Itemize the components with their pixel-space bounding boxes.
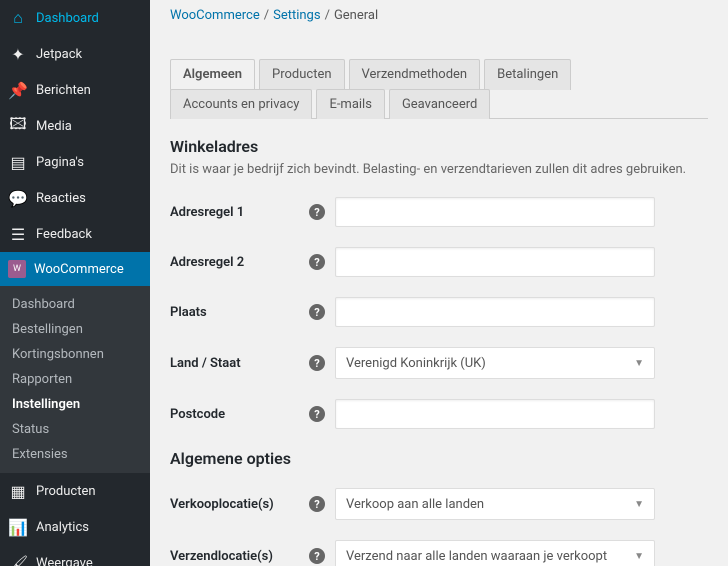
- menu-analytics[interactable]: 📊 Analytics: [0, 509, 150, 545]
- admin-sidebar: ⌂ Dashboard ✦ Jetpack 📌 Berichten 🖾 Media ▤ P…: [0, 0, 150, 566]
- tab-shipping[interactable]: Verzendmethoden: [349, 59, 481, 90]
- menu-label: Weergave: [36, 556, 93, 566]
- menu-label: Pagina's: [36, 155, 84, 170]
- pin-icon: 📌: [8, 80, 28, 100]
- label-postcode: Postcode: [170, 407, 225, 422]
- submenu-settings[interactable]: Instellingen: [0, 392, 150, 417]
- menu-label: Feedback: [36, 227, 92, 242]
- analytics-icon: 📊: [8, 517, 28, 537]
- breadcrumb-current: General: [334, 8, 378, 23]
- label-address2: Adresregel 2: [170, 255, 244, 270]
- input-address2[interactable]: [335, 247, 655, 277]
- menu-comments[interactable]: 💬 Reacties: [0, 180, 150, 216]
- tab-advanced[interactable]: Geavanceerd: [389, 89, 490, 119]
- tab-products[interactable]: Producten: [259, 59, 345, 90]
- tab-emails[interactable]: E-mails: [316, 89, 385, 119]
- media-icon: 🖾: [8, 116, 28, 136]
- help-icon[interactable]: ?: [309, 304, 325, 320]
- tab-payments[interactable]: Betalingen: [484, 59, 571, 90]
- products-icon: ▦: [8, 481, 28, 501]
- label-shipping-locations: Verzendlocatie(s): [170, 549, 273, 564]
- label-selling-locations: Verkooplocatie(s): [170, 497, 274, 512]
- section-general-options: Algemene opties: [170, 449, 708, 468]
- menu-label: Producten: [36, 484, 96, 499]
- chevron-down-icon: ▼: [634, 499, 644, 510]
- settings-tabs: Algemeen Producten Verzendmethoden Betal…: [170, 59, 708, 119]
- submenu-coupons[interactable]: Kortingsbonnen: [0, 342, 150, 367]
- help-icon[interactable]: ?: [309, 254, 325, 270]
- submenu-dashboard[interactable]: Dashboard: [0, 292, 150, 317]
- select-selling-locations[interactable]: Verkoop aan alle landen ▼: [335, 488, 655, 520]
- select-value: Verzend naar alle landen waaraan je verk…: [346, 549, 607, 564]
- page-icon: ▤: [8, 152, 28, 172]
- breadcrumb: WooCommerce/Settings/General: [170, 0, 708, 35]
- row-shipping-locations: Verzendlocatie(s)? Verzend naar alle lan…: [170, 540, 708, 566]
- menu-dashboard[interactable]: ⌂ Dashboard: [0, 0, 150, 36]
- woocommerce-icon: W: [8, 260, 26, 278]
- label-city: Plaats: [170, 305, 207, 320]
- submenu-extensions[interactable]: Extensies: [0, 442, 150, 467]
- menu-posts[interactable]: 📌 Berichten: [0, 72, 150, 108]
- menu-label: Media: [36, 119, 72, 134]
- chevron-down-icon: ▼: [634, 358, 644, 369]
- menu-label: Jetpack: [36, 47, 82, 62]
- menu-label: Reacties: [36, 191, 86, 206]
- menu-jetpack[interactable]: ✦ Jetpack: [0, 36, 150, 72]
- jetpack-icon: ✦: [8, 44, 28, 64]
- menu-pages[interactable]: ▤ Pagina's: [0, 144, 150, 180]
- comment-icon: 💬: [8, 188, 28, 208]
- tab-general[interactable]: Algemeen: [170, 59, 255, 90]
- select-shipping-locations[interactable]: Verzend naar alle landen waaraan je verk…: [335, 540, 655, 566]
- label-address1: Adresregel 1: [170, 205, 244, 220]
- select-value: Verenigd Koninkrijk (UK): [346, 356, 486, 371]
- menu-appearance[interactable]: 🖌 Weergave: [0, 545, 150, 566]
- row-city: Plaats?: [170, 297, 708, 327]
- menu-products[interactable]: ▦ Producten: [0, 473, 150, 509]
- label-country: Land / Staat: [170, 356, 241, 371]
- row-selling-locations: Verkooplocatie(s)? Verkoop aan alle land…: [170, 488, 708, 520]
- menu-label: Analytics: [36, 520, 89, 535]
- input-address1[interactable]: [335, 197, 655, 227]
- brush-icon: 🖌: [8, 553, 28, 566]
- row-address2: Adresregel 2?: [170, 247, 708, 277]
- section-store-address: Winkeladres: [170, 137, 708, 156]
- input-city[interactable]: [335, 297, 655, 327]
- submenu-orders[interactable]: Bestellingen: [0, 317, 150, 342]
- submenu-status[interactable]: Status: [0, 417, 150, 442]
- help-icon[interactable]: ?: [309, 548, 325, 564]
- woocommerce-submenu: Dashboard Bestellingen Kortingsbonnen Ra…: [0, 286, 150, 473]
- menu-label: WooCommerce: [34, 262, 124, 277]
- submenu-reports[interactable]: Rapporten: [0, 367, 150, 392]
- tab-accounts[interactable]: Accounts en privacy: [170, 89, 312, 119]
- main-content: WooCommerce/Settings/General Algemeen Pr…: [150, 0, 728, 566]
- input-postcode[interactable]: [335, 399, 655, 429]
- section-desc: Dit is waar je bedrijf zich bevindt. Bel…: [170, 162, 708, 177]
- select-value: Verkoop aan alle landen: [346, 497, 484, 512]
- row-postcode: Postcode?: [170, 399, 708, 429]
- help-icon[interactable]: ?: [309, 204, 325, 220]
- help-icon[interactable]: ?: [309, 355, 325, 371]
- feedback-icon: ☰: [8, 224, 28, 244]
- help-icon[interactable]: ?: [309, 496, 325, 512]
- select-country[interactable]: Verenigd Koninkrijk (UK) ▼: [335, 347, 655, 379]
- chevron-down-icon: ▼: [634, 551, 644, 562]
- menu-label: Dashboard: [36, 11, 99, 26]
- menu-media[interactable]: 🖾 Media: [0, 108, 150, 144]
- row-country: Land / Staat? Verenigd Koninkrijk (UK) ▼: [170, 347, 708, 379]
- menu-feedback[interactable]: ☰ Feedback: [0, 216, 150, 252]
- dashboard-icon: ⌂: [8, 8, 28, 28]
- breadcrumb-woocommerce[interactable]: WooCommerce: [170, 8, 260, 23]
- row-address1: Adresregel 1?: [170, 197, 708, 227]
- menu-woocommerce[interactable]: W WooCommerce: [0, 252, 150, 286]
- menu-label: Berichten: [36, 83, 91, 98]
- breadcrumb-settings[interactable]: Settings: [273, 8, 320, 23]
- help-icon[interactable]: ?: [309, 406, 325, 422]
